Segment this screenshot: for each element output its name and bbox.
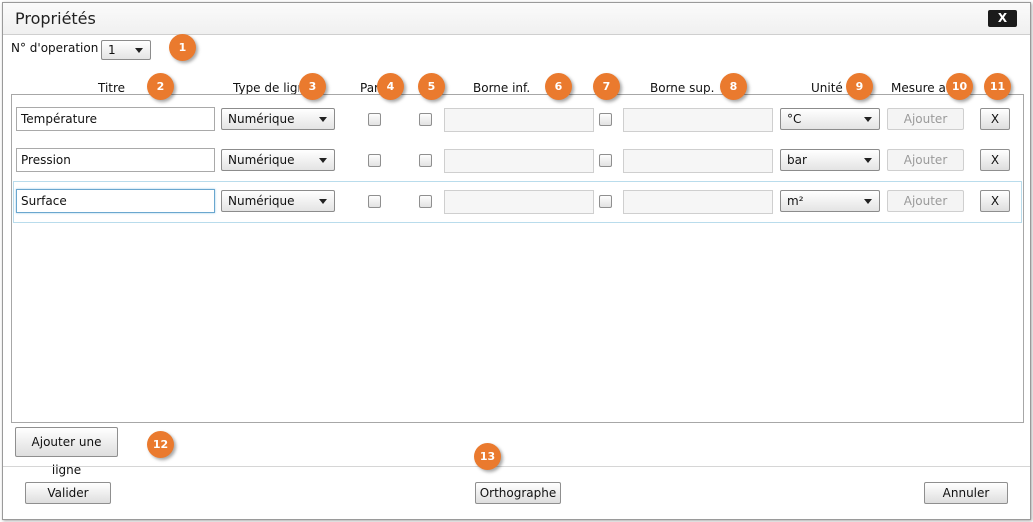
row-title-input[interactable]: Température bbox=[16, 107, 215, 131]
add-line-button[interactable]: Ajouter une ligne bbox=[15, 427, 118, 477]
operation-select[interactable]: 1 bbox=[101, 40, 151, 60]
row-unit-select[interactable]: m² bbox=[780, 190, 880, 212]
row-checkbox-7[interactable] bbox=[599, 195, 612, 208]
callout-badge: 10 bbox=[946, 73, 973, 100]
callout-badge: 1 bbox=[169, 34, 196, 61]
validate-button[interactable]: Valider bbox=[25, 482, 111, 504]
callout-badge: 8 bbox=[720, 73, 747, 100]
callout-badge: 3 bbox=[299, 73, 326, 100]
row-lower-bound-input[interactable] bbox=[444, 108, 594, 132]
row-checkbox-par[interactable] bbox=[368, 195, 381, 208]
lines-grid bbox=[11, 94, 1024, 423]
row-checkbox-7[interactable] bbox=[599, 113, 612, 126]
header-unite: Unité bbox=[811, 81, 843, 95]
row-type-select[interactable]: Numérique bbox=[221, 149, 335, 171]
operation-select-value: 1 bbox=[108, 43, 116, 57]
header-mesure: Mesure au bbox=[891, 81, 948, 95]
row-lower-bound-input[interactable] bbox=[444, 190, 594, 214]
row-unit-value: m² bbox=[787, 194, 804, 208]
header-type: Type de ligne bbox=[233, 81, 299, 95]
title-bar: Propriétés X bbox=[3, 3, 1030, 35]
callout-badge: 7 bbox=[593, 73, 620, 100]
row-unit-select[interactable]: °C bbox=[780, 108, 880, 130]
close-button[interactable]: X bbox=[988, 10, 1017, 27]
row-upper-bound-input[interactable] bbox=[623, 108, 773, 132]
row-delete-button[interactable]: X bbox=[980, 190, 1010, 212]
row-add-measure-button[interactable]: Ajouter bbox=[887, 149, 964, 171]
footer-divider bbox=[3, 466, 1030, 467]
header-borne-inf: Borne inf. bbox=[473, 81, 531, 95]
chevron-down-icon bbox=[864, 199, 872, 204]
callout-badge: 11 bbox=[984, 73, 1011, 100]
header-titre: Titre bbox=[98, 81, 126, 95]
chevron-down-icon bbox=[319, 117, 327, 122]
row-delete-button[interactable]: X bbox=[980, 149, 1010, 171]
row-add-measure-button[interactable]: Ajouter bbox=[887, 190, 964, 212]
row-checkbox-5[interactable] bbox=[419, 195, 432, 208]
row-title-input[interactable]: Pression bbox=[16, 148, 215, 172]
properties-dialog: Propriétés X N° d'operation 1 Titre Type… bbox=[2, 2, 1031, 520]
header-borne-sup: Borne sup. bbox=[650, 81, 715, 95]
row-checkbox-7[interactable] bbox=[599, 154, 612, 167]
row-lower-bound-input[interactable] bbox=[444, 149, 594, 173]
row-type-select[interactable]: Numérique bbox=[221, 190, 335, 212]
chevron-down-icon bbox=[135, 48, 143, 53]
row-type-value: Numérique bbox=[228, 194, 295, 208]
callout-badge: 2 bbox=[147, 73, 174, 100]
row-unit-value: bar bbox=[787, 153, 807, 167]
dialog-title: Propriétés bbox=[15, 9, 96, 28]
chevron-down-icon bbox=[864, 117, 872, 122]
chevron-down-icon bbox=[319, 158, 327, 163]
chevron-down-icon bbox=[864, 158, 872, 163]
operation-label: N° d'operation bbox=[11, 41, 99, 55]
callout-badge: 12 bbox=[147, 431, 174, 458]
row-checkbox-5[interactable] bbox=[419, 154, 432, 167]
callout-badge: 9 bbox=[846, 73, 873, 100]
row-unit-value: °C bbox=[787, 112, 802, 126]
row-checkbox-par[interactable] bbox=[368, 154, 381, 167]
row-add-measure-button[interactable]: Ajouter bbox=[887, 108, 964, 130]
row-type-select[interactable]: Numérique bbox=[221, 108, 335, 130]
row-unit-select[interactable]: bar bbox=[780, 149, 880, 171]
spellcheck-button[interactable]: Orthographe bbox=[475, 482, 561, 504]
row-type-value: Numérique bbox=[228, 153, 295, 167]
callout-badge: 4 bbox=[377, 73, 404, 100]
row-checkbox-par[interactable] bbox=[368, 113, 381, 126]
row-upper-bound-input[interactable] bbox=[623, 190, 773, 214]
row-type-value: Numérique bbox=[228, 112, 295, 126]
chevron-down-icon bbox=[319, 199, 327, 204]
row-delete-button[interactable]: X bbox=[980, 108, 1010, 130]
callout-badge: 6 bbox=[545, 73, 572, 100]
row-checkbox-5[interactable] bbox=[419, 113, 432, 126]
callout-badge: 13 bbox=[474, 443, 501, 470]
row-upper-bound-input[interactable] bbox=[623, 149, 773, 173]
row-title-input[interactable]: Surface bbox=[16, 189, 215, 213]
cancel-button[interactable]: Annuler bbox=[924, 482, 1008, 504]
callout-badge: 5 bbox=[418, 73, 445, 100]
